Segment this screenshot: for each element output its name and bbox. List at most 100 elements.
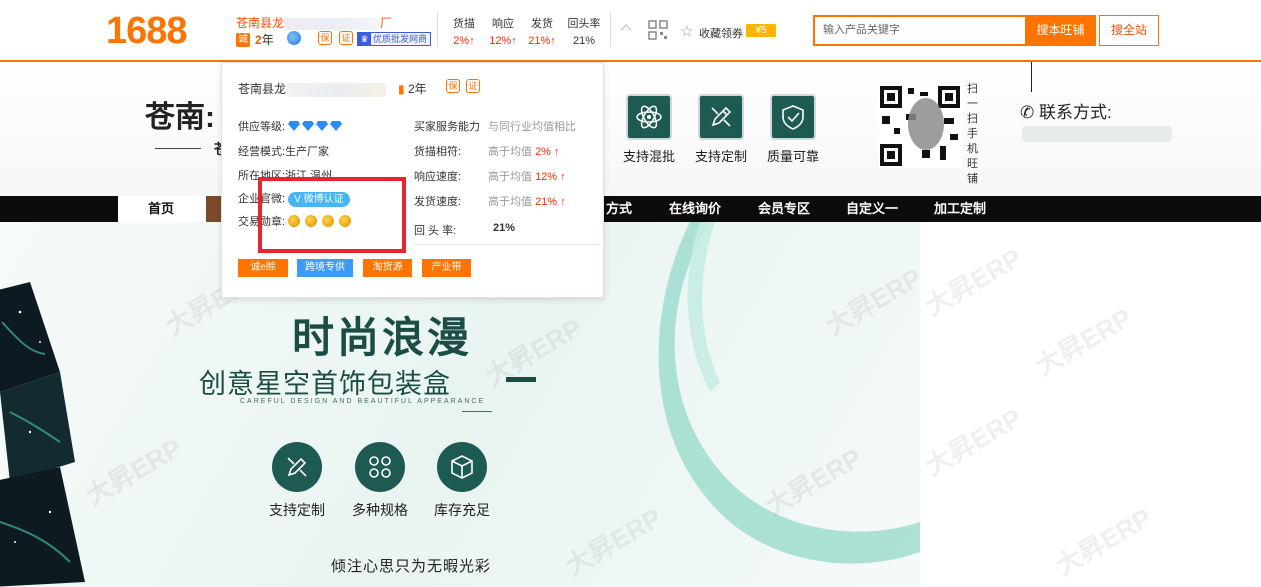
contact-text: 联系方式: (1038, 103, 1112, 122)
chevron-up-icon[interactable] (620, 24, 632, 36)
jewelry-box-image (0, 282, 85, 587)
shop-name-end: 厂 (380, 16, 393, 30)
response-speed-row: 响应速度: 高于均值 12% ↑ (414, 168, 594, 184)
business-mode-row: 经营模式:生产厂家 (238, 143, 329, 159)
popup-shop-name[interactable]: 苍南县龙 (238, 80, 387, 97)
banner-feature-stock: 库存充足 (427, 442, 497, 520)
certificate-icon[interactable]: 证 (466, 79, 480, 93)
service-header-row: 买家服务能力 与同行业均值相比 (414, 118, 594, 134)
row-value: 生产厂家 (285, 146, 330, 158)
pencil-icon (698, 94, 744, 140)
shop-title: 苍南: (145, 101, 215, 134)
popup-name-start: 苍南县龙 (238, 82, 287, 96)
scan-mobile-shop-label: 扫一扫手机旺铺 (967, 83, 978, 185)
guarantee-icon[interactable]: 保 (318, 31, 332, 45)
mobile-shop-qr-code[interactable] (878, 84, 962, 168)
value-prefix: 高于均值 (488, 146, 532, 158)
guarantee-icon[interactable]: 保 (446, 79, 460, 93)
repeat-rate-row: 回 头 率: 21% (414, 222, 594, 238)
shop-name-redacted (286, 82, 387, 97)
years-unit: 年 (414, 82, 427, 96)
star-icon[interactable]: ☆ (680, 22, 693, 40)
row-key: 回 头 率: (414, 225, 457, 237)
value-prefix: 高于均值 (488, 196, 532, 208)
nav-item-custom[interactable]: 自定义一 (846, 196, 898, 222)
globe-icon[interactable] (287, 31, 301, 45)
feature-label: 支持定制 (694, 149, 747, 164)
row-value: 21% (493, 222, 516, 234)
shop-header: 苍南: 苍 支持混批 支持定制 质量可靠 扫一扫手机旺铺 ✆ 联系方式: (0, 62, 1261, 196)
contact-redacted (1022, 126, 1172, 142)
hero-tagline: 倾注心思只为无暇光彩 (331, 558, 492, 575)
industry-belt-button[interactable]: 产业带 (422, 259, 471, 277)
watermark: 大昇ERP (1050, 502, 1157, 582)
row-key: 供应等级: (238, 121, 286, 133)
value-number: 21% (535, 196, 558, 208)
shipping-speed-row: 发货速度: 高于均值 21% ↑ (414, 193, 594, 209)
feature-label: 支持定制 (269, 502, 325, 518)
taobao-source-button[interactable]: 淘货源 (363, 259, 412, 277)
shop-name[interactable]: 苍南县龙 厂 (236, 14, 392, 31)
arrow-up-icon: ↑ (554, 146, 560, 158)
divider (413, 244, 601, 245)
search-input[interactable]: 输入产品关键字 (813, 15, 1025, 46)
feature-label: 库存充足 (434, 502, 490, 518)
coupon-badge[interactable]: ¥5 (746, 24, 776, 37)
feature-label: 多种规格 (352, 502, 408, 518)
years-number: 2 (407, 82, 415, 96)
feature-label: 支持混批 (622, 149, 675, 164)
shop-name-redacted (284, 17, 381, 30)
site-logo[interactable]: 1688 (106, 10, 188, 53)
quality-wholesaler-badge[interactable]: 优质批发网商 (357, 32, 432, 46)
search-all-button[interactable]: 搜全站 (1099, 15, 1159, 46)
shop-nav: 首页 方式 在线询价 会员专区 自定义一 加工定制 (0, 196, 1261, 222)
grid-icon (355, 442, 405, 492)
ribbon-image (658, 222, 920, 564)
divider (462, 411, 492, 412)
watermark: 大昇ERP (1030, 302, 1137, 382)
popup-years: ▮ 2年 (398, 80, 427, 97)
feature-mixed-batch: 支持混批 (609, 94, 689, 165)
shop-name-start: 苍南县龙 (236, 16, 285, 30)
atom-icon (626, 94, 672, 140)
metric-value: 21% (572, 35, 596, 47)
pencil-ruler-icon (272, 442, 322, 492)
nav-item-home[interactable]: 首页 (118, 196, 206, 222)
cheng-badge-icon: 诚 (236, 33, 250, 47)
cheng-e-she-button[interactable]: 诚e赊 (238, 259, 288, 277)
row-key: 货描相符: (414, 146, 462, 158)
banner-feature-sizes: 多种规格 (345, 442, 415, 520)
metric-label: 回头率 (567, 18, 601, 30)
row-key: 买家服务能力 (414, 121, 480, 133)
arrow-up-icon: ↑ (560, 196, 566, 208)
watermark: 大昇ERP (920, 402, 1027, 482)
top-bar: 1688 苍南县龙厂 诚 2年 保 证 优质批发网商 货描 2%↑ 响应 12%… (0, 0, 1261, 62)
feature-quality: 质量可靠 (753, 94, 833, 165)
metric-repeat-rate: 回头率 21% (559, 15, 609, 47)
diamond-icon (288, 121, 301, 131)
nav-item-processing[interactable]: 加工定制 (934, 196, 986, 222)
divider (1031, 62, 1032, 92)
qr-code-icon[interactable] (648, 20, 668, 40)
value-number: 12% (535, 171, 558, 183)
divider (506, 377, 536, 382)
years-number: 2 (255, 33, 262, 47)
supply-level-row: 供应等级: (238, 118, 344, 134)
row-value: 高于均值 12% ↑ (488, 168, 566, 184)
banner-feature-custom: 支持定制 (262, 442, 332, 520)
nav-item-inquiry[interactable]: 在线询价 (669, 196, 721, 222)
diamond-rating (288, 121, 344, 133)
desc-match-row: 货描相符: 高于均值 2% ↑ (414, 143, 594, 159)
nav-item-members[interactable]: 会员专区 (758, 196, 810, 222)
favorite-coupon-link[interactable]: 收藏领券 (699, 25, 743, 41)
cross-border-button[interactable]: 跨境专供 (297, 259, 353, 277)
row-key: 发货速度: (414, 196, 462, 208)
divider (437, 13, 438, 47)
nav-item-method[interactable]: 方式 (606, 196, 632, 222)
row-value: 与同行业均值相比 (488, 121, 576, 133)
certificate-icon[interactable]: 证 (339, 31, 353, 45)
row-key: 经营模式: (238, 146, 286, 158)
bar-chart-icon: ▮ (398, 82, 405, 96)
search-shop-button[interactable]: 搜本旺铺 (1025, 15, 1096, 46)
feature-label: 质量可靠 (766, 149, 819, 164)
